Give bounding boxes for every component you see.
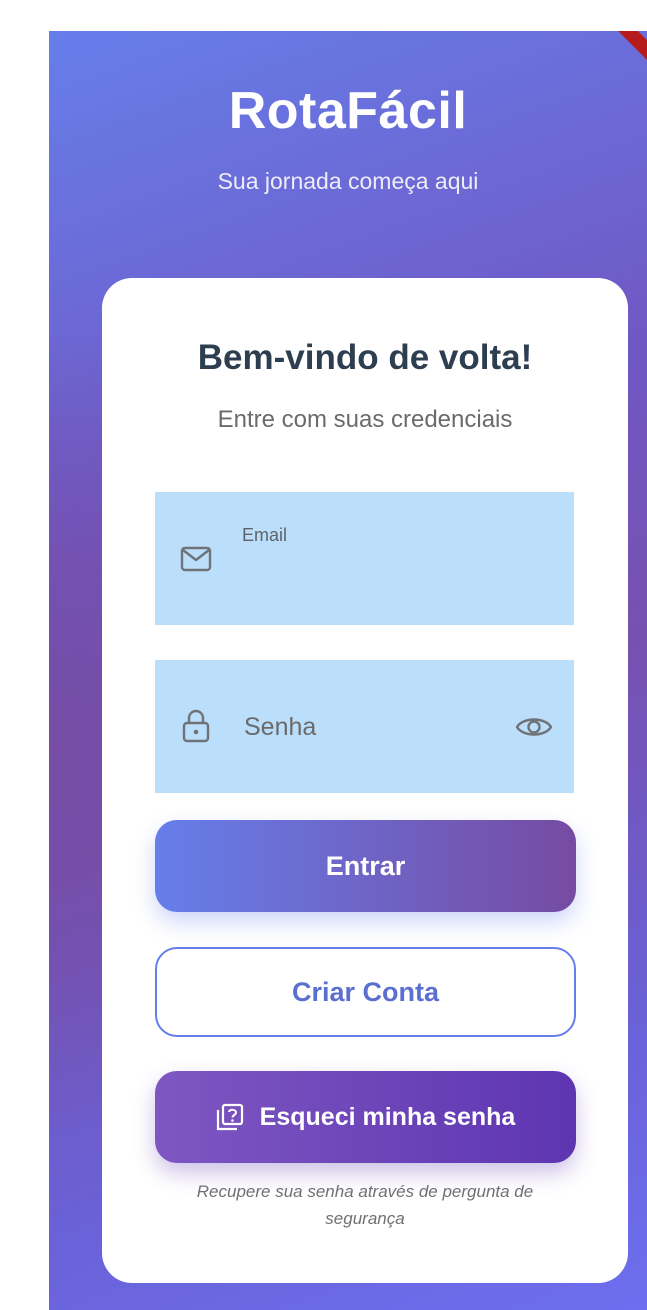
login-card: Bem-vindo de volta! Entre com suas crede…	[102, 278, 628, 1283]
forgot-password-hint: Recupere sua senha através de pergunta d…	[196, 1182, 534, 1228]
email-input[interactable]	[242, 554, 546, 596]
password-input[interactable]	[242, 704, 506, 750]
create-account-button[interactable]: Criar Conta	[155, 947, 576, 1037]
envelope-icon	[179, 542, 213, 576]
welcome-subtitle: Entre com suas credenciais	[217, 406, 513, 433]
app-subtitle: Sua jornada começa aqui	[217, 168, 479, 194]
debug-banner	[603, 31, 647, 74]
password-field[interactable]	[155, 660, 574, 793]
email-field[interactable]: Email	[155, 492, 574, 625]
app-screen: RotaFácil Sua jornada começa aqui Bem-vi…	[49, 31, 647, 1310]
welcome-title: Bem-vindo de volta!	[197, 338, 533, 377]
email-label: Email	[242, 525, 288, 545]
forgot-password-label: Esqueci minha senha	[259, 1102, 516, 1131]
eye-icon[interactable]	[514, 707, 554, 747]
help-box-icon	[216, 1103, 244, 1131]
app-title: RotaFácil	[228, 82, 468, 140]
forgot-password-button[interactable]: Esqueci minha senha	[155, 1071, 576, 1163]
login-button[interactable]: Entrar	[155, 820, 576, 912]
lock-icon	[179, 709, 213, 743]
